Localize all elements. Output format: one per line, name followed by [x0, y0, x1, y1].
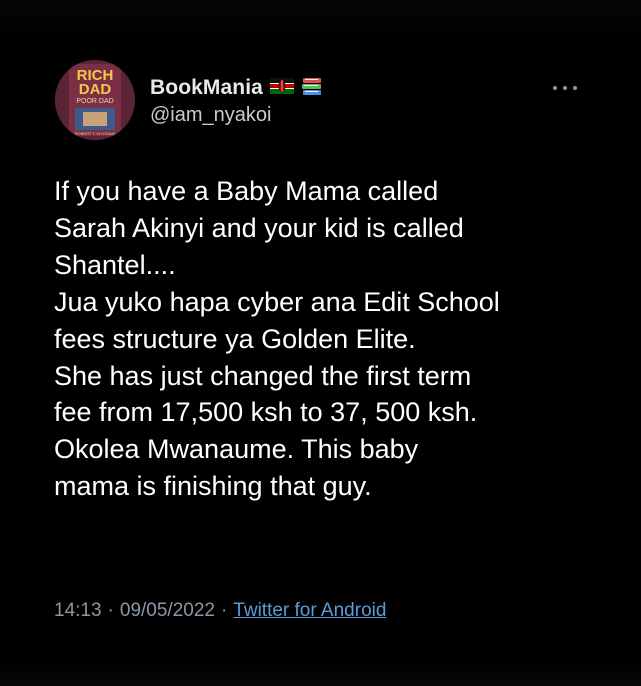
tweet-card: RICH DAD POOR DAD ROBERT T. KIYOSAKI Boo… [0, 0, 641, 686]
display-name[interactable]: BookMania [150, 76, 263, 100]
more-dot [573, 86, 577, 90]
tweet-time[interactable]: 14:13 [54, 600, 102, 621]
tweet-text-line: fees structure ya Golden Elite. [54, 323, 416, 354]
tweet-text-line: Sarah Akinyi and your kid is called [54, 212, 464, 243]
tweet-text-line: fee from 17,500 ksh to 37, 500 ksh. [54, 397, 478, 428]
tweet-text-line: She has just changed the first term [54, 360, 472, 391]
tweet-text-line: Shantel.... [54, 249, 176, 280]
tweet-text-line: mama is finishing that guy. [54, 471, 372, 502]
meta-separator: · [107, 600, 114, 621]
avatar-author: ROBERT T. KIYOSAKI [75, 131, 115, 136]
more-dot [553, 86, 557, 90]
avatar-line2: DAD [79, 81, 112, 98]
tweet-text-line: Okolea Mwanaume. This baby [54, 434, 419, 465]
meta-separator: · [220, 600, 228, 621]
user-handle[interactable]: @iam_nyakoi [150, 104, 323, 127]
author-block: BookMania @iam_nyakoi [150, 74, 323, 127]
books-icon [301, 76, 323, 101]
tweet-text-line: Jua yuko hapa cyber ana Edit School [54, 286, 500, 317]
top-shade [0, 0, 641, 40]
avatar-book-cover-image: RICH DAD POOR DAD ROBERT T. KIYOSAKI [55, 60, 135, 140]
kenya-flag-icon [269, 77, 294, 99]
tweet-text: If you have a Baby Mama called Sarah Aki… [54, 173, 614, 505]
tweet-date[interactable]: 09/05/2022 [120, 600, 215, 621]
avatar[interactable]: RICH DAD POOR DAD ROBERT T. KIYOSAKI [55, 60, 135, 140]
tweet-text-line: If you have a Baby Mama called [54, 176, 439, 206]
avatar-line3: POOR DAD [76, 98, 113, 105]
more-options-icon[interactable] [553, 80, 577, 96]
more-dot [563, 86, 567, 90]
name-row: BookMania [150, 74, 323, 102]
bottom-shade [0, 658, 641, 686]
tweet-source-link[interactable]: Twitter for Android [233, 600, 386, 621]
tweet-meta: 14:13 · 09/05/2022 · Twitter for Android [54, 600, 386, 622]
